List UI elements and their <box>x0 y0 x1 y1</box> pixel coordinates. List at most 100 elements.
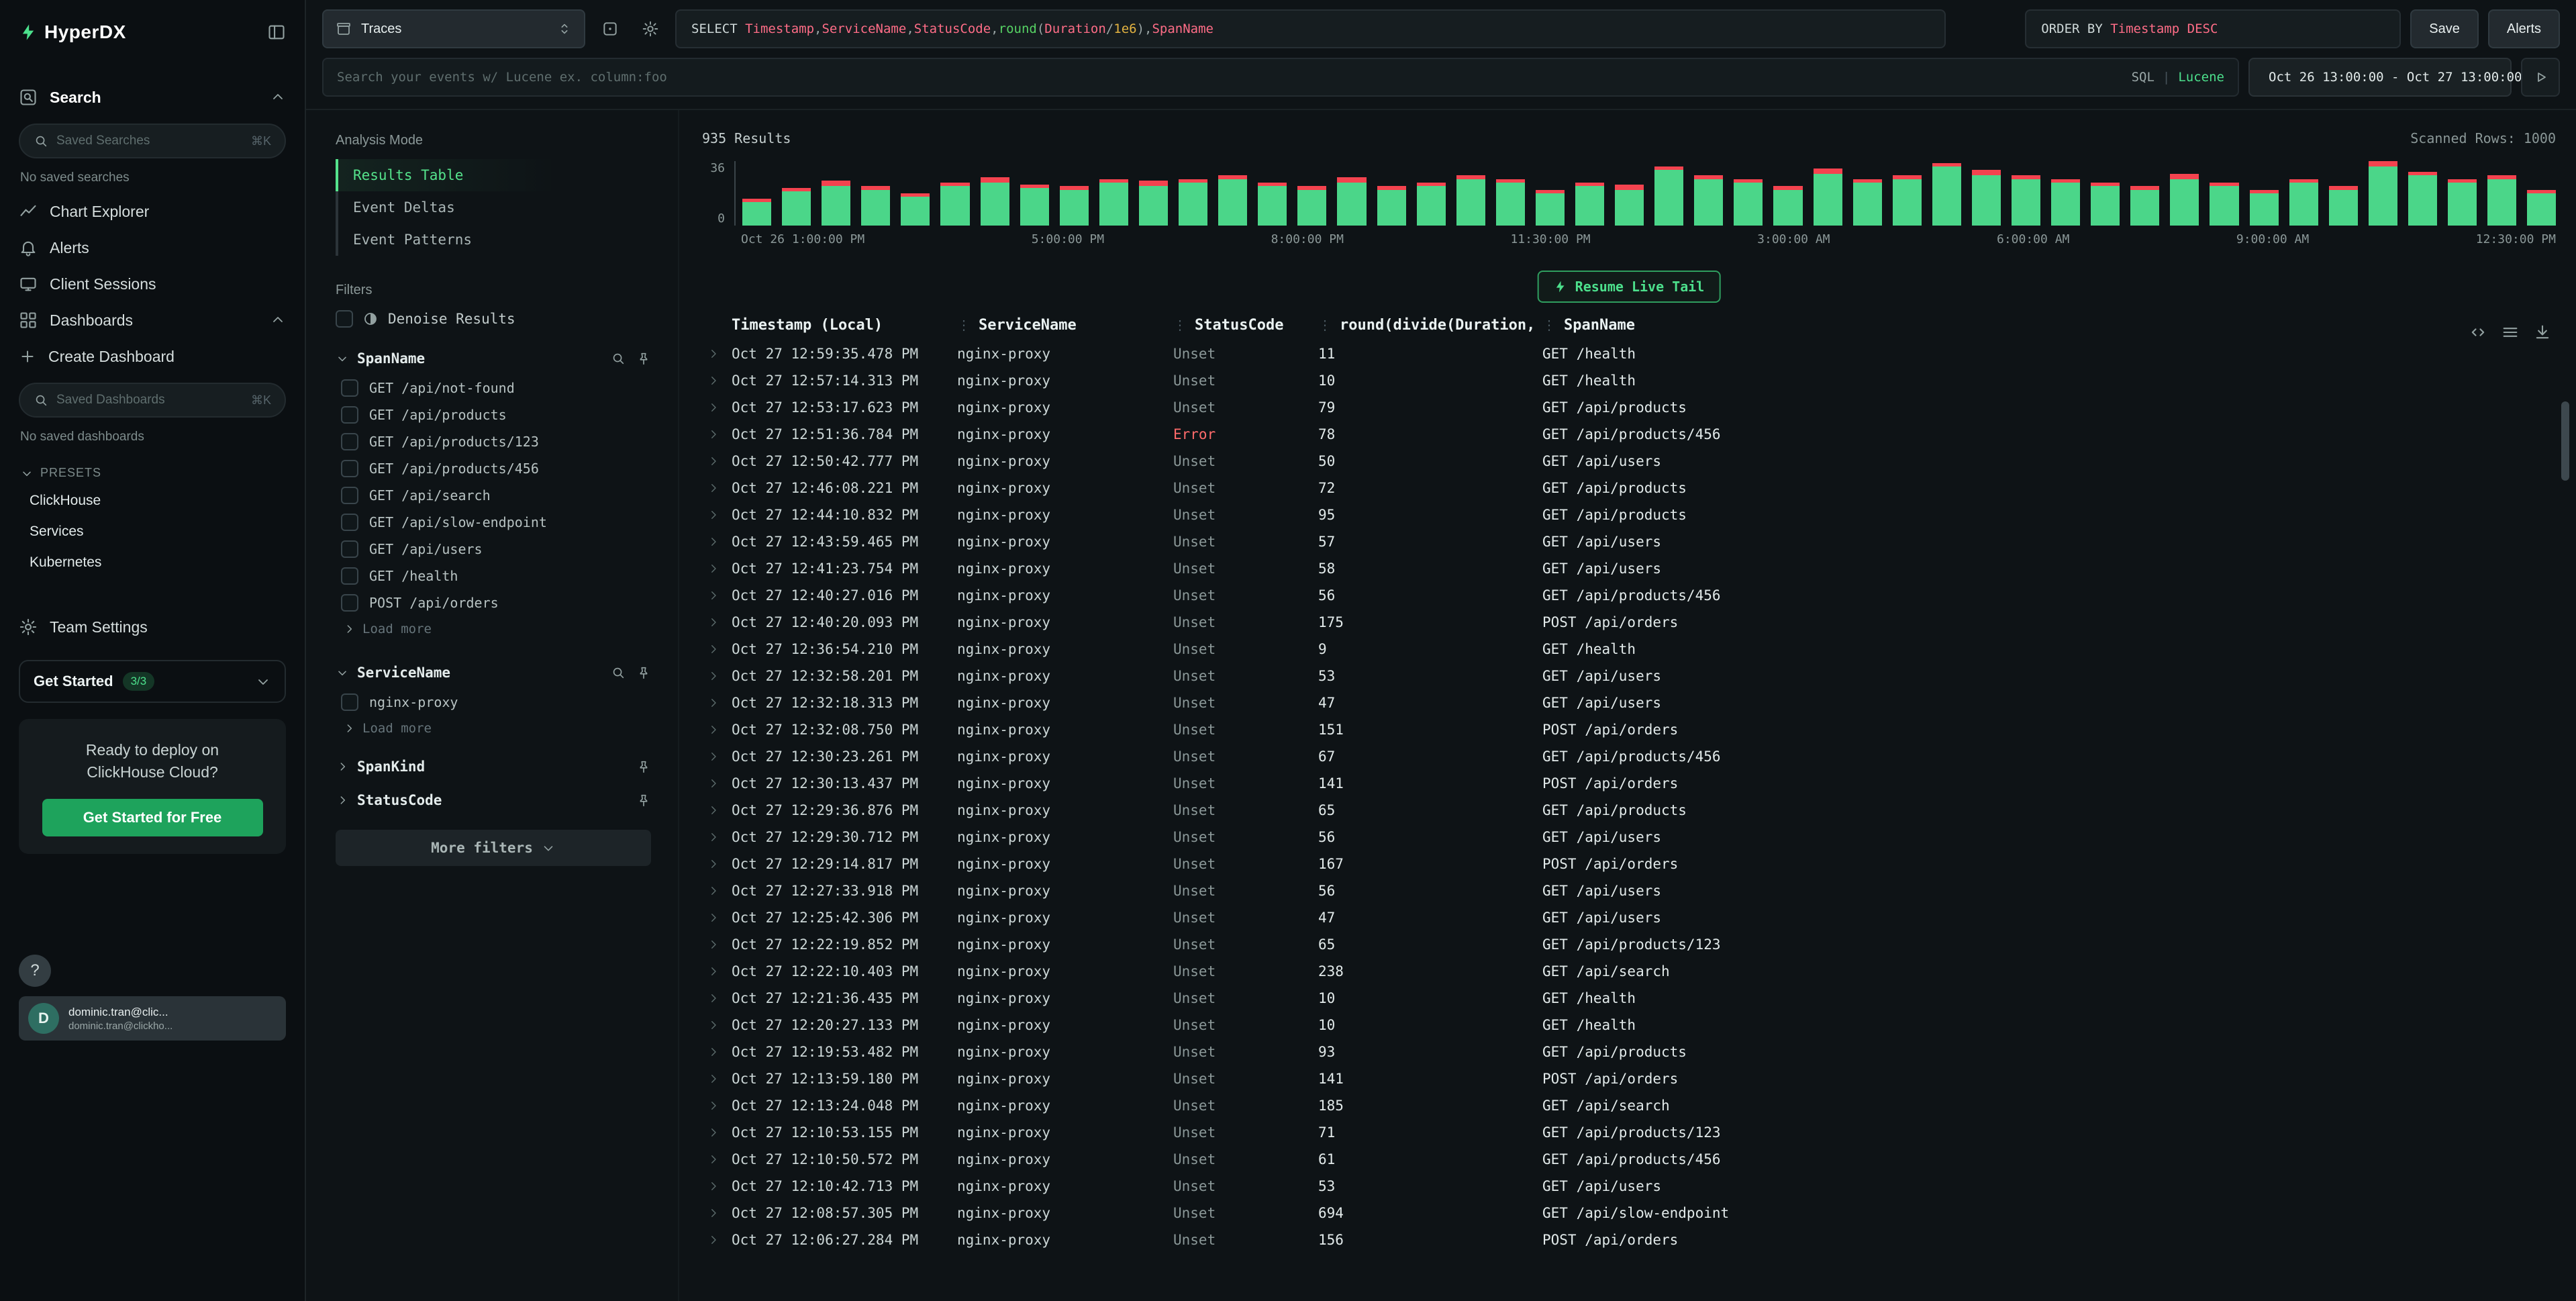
expand-row-icon[interactable] <box>707 751 720 763</box>
table-row[interactable]: Oct 27 12:32:08.750 PMnginx-proxyUnset15… <box>702 716 2556 743</box>
table-row[interactable]: Oct 27 12:25:42.306 PMnginx-proxyUnset47… <box>702 904 2556 931</box>
checkbox[interactable] <box>341 433 358 450</box>
expand-row-icon[interactable] <box>707 1207 720 1219</box>
sidebar-item-dashboards[interactable]: Dashboards <box>19 302 286 338</box>
expand-row-icon[interactable] <box>707 509 720 521</box>
table-row[interactable]: Oct 27 12:20:27.133 PMnginx-proxyUnset10… <box>702 1012 2556 1039</box>
row-expander[interactable] <box>702 1019 732 1031</box>
row-expander[interactable] <box>702 831 732 843</box>
chart-bar[interactable] <box>2289 179 2318 226</box>
row-expander[interactable] <box>702 1073 732 1085</box>
table-row[interactable]: Oct 27 12:13:24.048 PMnginx-proxyUnset18… <box>702 1092 2556 1119</box>
row-expander[interactable] <box>702 885 732 897</box>
table-row[interactable]: Oct 27 12:13:59.180 PMnginx-proxyUnset14… <box>702 1065 2556 1092</box>
filter-group-header-StatusCode[interactable]: StatusCode <box>336 792 651 808</box>
chart-bar[interactable] <box>1099 179 1128 226</box>
checkbox[interactable] <box>341 487 358 504</box>
more-filters-button[interactable]: More filters <box>336 830 651 866</box>
expand-row-icon[interactable] <box>707 1073 720 1085</box>
row-expander[interactable] <box>702 643 732 655</box>
source-select[interactable]: Traces <box>322 9 585 48</box>
chart-bar[interactable] <box>1456 175 1485 226</box>
row-expander[interactable] <box>702 992 732 1004</box>
row-expander[interactable] <box>702 401 732 414</box>
scrollbar-thumb[interactable] <box>2561 401 2569 481</box>
filter-option[interactable]: POST /api/orders <box>336 589 651 616</box>
expand-row-icon[interactable] <box>707 563 720 575</box>
table-row[interactable]: Oct 27 12:10:42.713 PMnginx-proxyUnset53… <box>702 1173 2556 1200</box>
expand-row-icon[interactable] <box>707 482 720 494</box>
pin-icon[interactable] <box>636 793 651 808</box>
checkbox[interactable] <box>341 540 358 558</box>
filter-option[interactable]: GET /api/products/456 <box>336 455 651 482</box>
create-dashboard-button[interactable]: Create Dashboard <box>19 338 286 375</box>
row-expander[interactable] <box>702 724 732 736</box>
search-icon[interactable] <box>611 351 626 366</box>
row-expander[interactable] <box>702 965 732 977</box>
column-header-statuscode[interactable]: ⋮StatusCode <box>1173 317 1318 334</box>
chart-bar[interactable] <box>2408 172 2437 226</box>
row-expander[interactable] <box>702 509 732 521</box>
chart-bar[interactable] <box>1020 185 1049 226</box>
expand-row-icon[interactable] <box>707 992 720 1004</box>
chart-bar[interactable] <box>1575 183 1604 226</box>
saved-searches-input[interactable]: ⌘K <box>19 124 286 158</box>
analysis-mode-results-table[interactable]: Results Table <box>336 159 651 191</box>
expand-row-icon[interactable] <box>707 348 720 360</box>
chart-bar[interactable] <box>1893 175 1922 226</box>
chart-bar[interactable] <box>2130 186 2159 226</box>
filter-option[interactable]: nginx-proxy <box>336 689 651 716</box>
chart-bar[interactable] <box>981 177 1009 226</box>
chart-bar[interactable] <box>2091 183 2120 226</box>
table-row[interactable]: Oct 27 12:29:36.876 PMnginx-proxyUnset65… <box>702 797 2556 824</box>
load-more-button[interactable]: Load more <box>336 616 651 642</box>
pin-icon[interactable] <box>636 665 651 680</box>
mode-sql[interactable]: SQL <box>2132 70 2154 85</box>
row-expander[interactable] <box>702 1180 732 1192</box>
row-expander[interactable] <box>702 455 732 467</box>
expand-row-icon[interactable] <box>707 831 720 843</box>
chart-bar[interactable] <box>2051 179 2080 226</box>
row-expander[interactable] <box>702 1207 732 1219</box>
filter-group-header-ServiceName[interactable]: ServiceName <box>336 665 651 681</box>
chart-bar[interactable] <box>1179 179 1207 226</box>
row-expander[interactable] <box>702 1126 732 1139</box>
row-expander[interactable] <box>702 777 732 789</box>
chart-bar[interactable] <box>901 193 930 226</box>
row-expander[interactable] <box>702 697 732 709</box>
table-row[interactable]: Oct 27 12:30:13.437 PMnginx-proxyUnset14… <box>702 770 2556 797</box>
sidebar-item-alerts[interactable]: Alerts <box>19 230 286 266</box>
sidebar-item-chart-explorer[interactable]: Chart Explorer <box>19 193 286 230</box>
filter-option[interactable]: GET /api/products/123 <box>336 428 651 455</box>
chart-bar[interactable] <box>782 188 811 226</box>
chart-bar[interactable] <box>2012 175 2040 226</box>
chart-bar[interactable] <box>940 183 969 226</box>
expand-row-icon[interactable] <box>707 1126 720 1139</box>
table-row[interactable]: Oct 27 12:41:23.754 PMnginx-proxyUnset58… <box>702 555 2556 582</box>
row-expander[interactable] <box>702 589 732 601</box>
table-row[interactable]: Oct 27 12:27:33.918 PMnginx-proxyUnset56… <box>702 877 2556 904</box>
chart-bar[interactable] <box>1417 183 1446 226</box>
saved-searches-field[interactable] <box>56 134 243 148</box>
chart-bar[interactable] <box>1258 183 1287 226</box>
table-row[interactable]: Oct 27 12:32:18.313 PMnginx-proxyUnset47… <box>702 689 2556 716</box>
save-button[interactable]: Save <box>2410 9 2479 48</box>
analysis-mode-event-deltas[interactable]: Event Deltas <box>336 191 651 224</box>
table-row[interactable]: Oct 27 12:46:08.221 PMnginx-proxyUnset72… <box>702 475 2556 501</box>
code-view-icon[interactable] <box>2469 323 2487 342</box>
column-header-servicename[interactable]: ⋮ServiceName <box>957 317 1173 334</box>
table-row[interactable]: Oct 27 12:30:23.261 PMnginx-proxyUnset67… <box>702 743 2556 770</box>
sidebar-item-team-settings[interactable]: Team Settings <box>19 609 286 645</box>
column-header-timestamp-local-[interactable]: Timestamp (Local) <box>732 317 957 334</box>
expand-row-icon[interactable] <box>707 1046 720 1058</box>
chart-bar[interactable] <box>1297 186 1326 226</box>
collapse-sidebar-icon[interactable] <box>267 23 286 42</box>
expand-row-icon[interactable] <box>707 1100 720 1112</box>
chart-bar[interactable] <box>1694 175 1723 226</box>
sidebar-item-services[interactable]: Services <box>19 516 286 547</box>
table-row[interactable]: Oct 27 12:10:50.572 PMnginx-proxyUnset61… <box>702 1146 2556 1173</box>
checkbox[interactable] <box>341 460 358 477</box>
chevron-up-icon[interactable] <box>270 89 286 105</box>
filter-option[interactable]: GET /api/slow-endpoint <box>336 509 651 536</box>
row-expander[interactable] <box>702 536 732 548</box>
